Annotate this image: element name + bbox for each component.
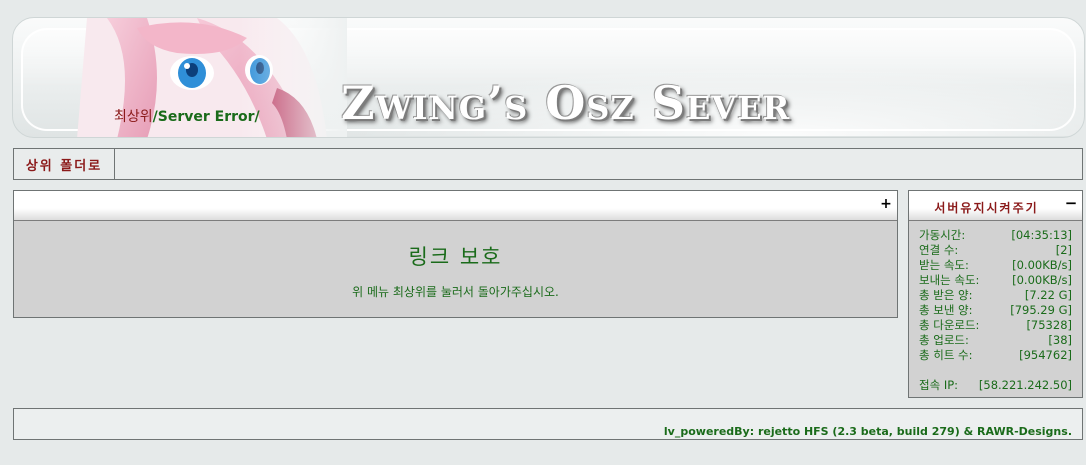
stat-row-download-speed: 받는 속도: [0.00KB/s] [919,258,1072,273]
stat-label: 총 받은 양: [919,288,973,302]
stat-row-total-uploads: 총 업로드: [38] [919,333,1072,348]
site-title: Zwing’s Osz Sever [341,76,791,130]
stat-label: 받는 속도: [919,258,969,272]
stat-value: [58.221.242.50] [978,378,1072,392]
stat-row-total-hits: 총 히트 수: [954762] [919,348,1072,363]
stat-label: 보내는 속도: [919,273,980,287]
stat-value: [0.00KB/s] [1012,258,1072,272]
stat-value: [38] [1048,333,1072,347]
stat-label: 연결 수: [919,243,959,257]
stat-value: [954762] [1019,348,1072,362]
main-panel-title: 링크 보호 [408,245,503,269]
stat-label: 총 보낸 양: [919,303,973,317]
main-panel-header: + [14,191,897,221]
stat-label: 접속 IP: [919,378,959,392]
status-panel-title: 서버유지시켜주기 [934,201,1039,215]
stat-value: [795.29 G] [1010,303,1072,317]
header-banner: Zwing’s Osz Sever 최상위/Server Error/ [12,17,1085,138]
main-content-panel: + 링크 보호 위 메뉴 최상위를 눌러서 돌아가주십시오. [13,190,898,318]
breadcrumb-current-folder[interactable]: /Server Error/ [153,109,260,125]
stat-value: [2] [1055,243,1072,257]
stat-value: [0.00KB/s] [1012,273,1072,287]
stat-row-client-ip: 접속 IP: [58.221.242.50] [919,378,1072,393]
stat-value: [04:35:13] [1011,228,1072,242]
stat-value: [75328] [1026,318,1072,332]
stat-row-uptime: 가동시간: [04:35:13] [919,228,1072,243]
stat-row-upload-speed: 보내는 속도: [0.00KB/s] [919,273,1072,288]
breadcrumb-root-link[interactable]: 최상위 [114,109,153,125]
collapse-icon[interactable]: − [1064,196,1078,211]
stat-label: 총 업로드: [919,333,969,347]
main-panel-message: 위 메뉴 최상위를 눌러서 돌아가주십시오. [352,285,559,299]
status-panel-header: 서버유지시켜주기 − [909,191,1082,221]
footer-bar: lv_poweredBy: rejetto HFS (2.3 beta, bui… [13,408,1083,440]
stat-row-connections: 연결 수: [2] [919,243,1072,258]
expand-icon[interactable]: + [879,197,893,211]
powered-by-credit: lv_poweredBy: rejetto HFS (2.3 beta, bui… [663,425,1072,438]
stat-spacer [919,363,1072,378]
stat-label: 총 히트 수: [919,348,973,362]
server-status-panel: 서버유지시켜주기 − 가동시간: [04:35:13] 연결 수: [2] 받는 속… [908,190,1083,398]
parent-folder-button[interactable]: 상위 폴더로 [14,149,115,179]
stat-label: 가동시간: [919,228,966,242]
stat-row-total-downloads: 총 다운로드: [75328] [919,318,1072,333]
status-list: 가동시간: [04:35:13] 연결 수: [2] 받는 속도: [0.00KB/s… [909,221,1082,393]
stat-label: 총 다운로드: [919,318,980,332]
stat-value: [7.22 G] [1024,288,1072,302]
stat-row-total-received: 총 받은 양: [7.22 G] [919,288,1072,303]
breadcrumb: 최상위/Server Error/ [114,106,260,126]
folder-toolbar: 상위 폴더로 [13,148,1083,180]
stat-row-total-sent: 총 보낸 양: [795.29 G] [919,303,1072,318]
